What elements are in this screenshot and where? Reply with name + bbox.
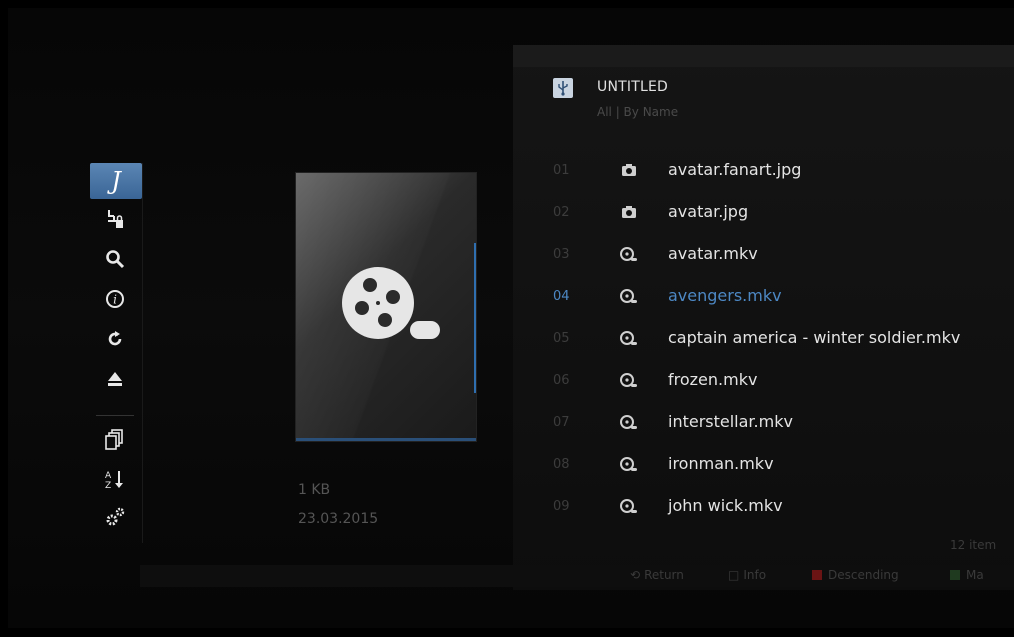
file-preview-thumbnail	[296, 173, 476, 441]
rail-separator-line	[142, 163, 143, 543]
settings-icon[interactable]	[90, 499, 140, 535]
file-name: captain america - winter soldier.mkv	[668, 328, 961, 347]
info-key-icon: □	[728, 568, 740, 582]
item-number: 06	[553, 373, 570, 388]
descending-hint[interactable]: Descending	[812, 568, 899, 582]
list-item[interactable]: 08 ironman.mkv	[513, 449, 1014, 487]
camera-icon	[619, 205, 639, 223]
video-reel-icon	[619, 373, 639, 391]
list-item[interactable]: 03 avatar.mkv	[513, 239, 1014, 277]
thumbnail-base	[296, 438, 476, 441]
search-icon[interactable]	[90, 241, 140, 277]
item-number: 03	[553, 247, 570, 262]
file-name: frozen.mkv	[668, 370, 758, 389]
green-key-icon	[950, 570, 960, 580]
svg-text:Z: Z	[105, 481, 111, 490]
list-item-selected[interactable]: 04 avengers.mkv	[513, 281, 1014, 319]
return-icon: ⟲	[630, 568, 641, 582]
file-name: avatar.mkv	[668, 244, 758, 263]
panel-top-bar	[513, 45, 1014, 67]
thumbnail-edge-highlight	[474, 243, 476, 393]
item-number: 02	[553, 205, 570, 220]
more-hint[interactable]: Ma	[950, 568, 984, 582]
panel-title: UNTITLED	[597, 79, 668, 95]
video-reel-icon	[619, 415, 639, 433]
file-size: 1 KB	[298, 482, 331, 498]
list-item[interactable]: 07 interstellar.mkv	[513, 407, 1014, 445]
return-hint[interactable]: ⟲ Return	[630, 568, 684, 582]
video-reel-icon	[619, 331, 639, 349]
video-reel-icon	[619, 247, 639, 265]
video-reel-icon	[619, 457, 639, 475]
film-reel-icon	[342, 267, 440, 339]
red-key-icon	[812, 570, 822, 580]
info-hint[interactable]: □ Info	[728, 568, 766, 582]
footer-hint-bar: ⟲ Return □ Info Descending Ma	[140, 565, 1014, 587]
item-number: 04	[553, 289, 570, 304]
eject-icon[interactable]	[90, 361, 140, 397]
usb-icon	[553, 78, 573, 98]
list-item[interactable]: 01 avatar.fanart.jpg	[513, 155, 1014, 193]
refresh-icon[interactable]	[90, 321, 140, 357]
music-note-icon[interactable]: J	[90, 163, 142, 199]
list-item[interactable]: 06 frozen.mkv	[513, 365, 1014, 403]
panel-subtitle[interactable]: All | By Name	[597, 105, 678, 119]
item-number: 01	[553, 163, 570, 178]
file-date: 23.03.2015	[298, 511, 379, 527]
svg-text:i: i	[113, 293, 117, 307]
camera-icon	[619, 163, 639, 181]
item-number: 09	[553, 499, 570, 514]
media-browser-screen: J i AZ 1 KB 23.03.2015 UNTITLED All | By…	[8, 8, 1014, 628]
svg-text:A: A	[105, 471, 112, 481]
sort-icon[interactable]: AZ	[90, 461, 140, 497]
video-reel-icon	[619, 499, 639, 517]
items-count: 12 item	[950, 538, 997, 552]
copy-icon[interactable]	[90, 421, 140, 457]
file-name: ironman.mkv	[668, 454, 774, 473]
sidebar-rail: J i AZ	[88, 163, 146, 543]
file-name: john wick.mkv	[668, 496, 783, 515]
file-name: avengers.mkv	[668, 286, 782, 305]
rail-divider	[96, 415, 134, 416]
list-item[interactable]: 05 captain america - winter soldier.mkv	[513, 323, 1014, 361]
lock-settings-icon[interactable]	[90, 201, 140, 237]
item-number: 05	[553, 331, 570, 346]
list-item[interactable]: 02 avatar.jpg	[513, 197, 1014, 235]
video-reel-icon	[619, 289, 639, 307]
file-list-panel: UNTITLED All | By Name 01 avatar.fanart.…	[513, 45, 1014, 590]
item-number: 08	[553, 457, 570, 472]
file-name: avatar.fanart.jpg	[668, 160, 802, 179]
info-icon[interactable]: i	[90, 281, 140, 317]
item-number: 07	[553, 415, 570, 430]
file-name: interstellar.mkv	[668, 412, 793, 431]
list-item[interactable]: 09 john wick.mkv	[513, 491, 1014, 529]
file-name: avatar.jpg	[668, 202, 749, 221]
